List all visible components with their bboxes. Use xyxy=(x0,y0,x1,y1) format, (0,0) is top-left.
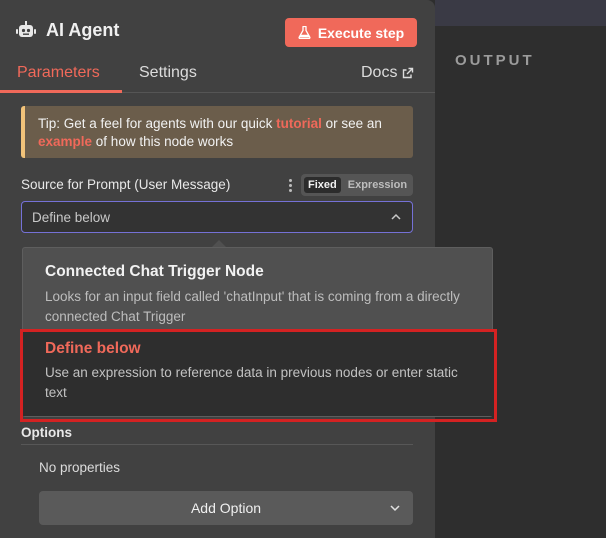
option-description: Use an expression to reference data in p… xyxy=(45,365,458,400)
panel-header: AI Agent Execute step xyxy=(0,0,435,60)
tab-settings[interactable]: Settings xyxy=(139,64,197,82)
options-section-label: Options xyxy=(21,425,72,440)
dropdown-caret xyxy=(212,240,226,247)
prompt-source-dropdown: Connected Chat Trigger Node Looks for an… xyxy=(22,247,494,417)
active-tab-underline xyxy=(0,90,122,93)
fixed-expression-toggle: Fixed Expression xyxy=(301,174,413,196)
no-properties-text: No properties xyxy=(39,460,121,475)
prompt-source-value: Define below xyxy=(32,209,111,225)
expression-mode-option[interactable]: Expression xyxy=(344,177,411,193)
docs-label: Docs xyxy=(361,64,398,81)
tip-middle: or see an xyxy=(321,116,382,131)
panel-tabs: Parameters Settings Docs xyxy=(0,60,435,93)
option-title: Define below xyxy=(45,340,141,357)
tutorial-link[interactable]: tutorial xyxy=(276,116,322,131)
external-link-icon xyxy=(403,67,414,79)
add-option-label: Add Option xyxy=(190,500,262,516)
execute-step-button[interactable]: Execute step xyxy=(285,18,417,47)
node-title: AI Agent xyxy=(46,20,120,40)
robot-icon xyxy=(16,21,36,37)
chevron-up-icon xyxy=(391,213,401,220)
prompt-source-select[interactable]: Define below xyxy=(21,201,413,233)
option-description: Looks for an input field called 'chatInp… xyxy=(45,289,460,324)
options-divider xyxy=(21,444,413,445)
flask-icon xyxy=(298,26,311,39)
chevron-down-icon xyxy=(390,505,400,512)
tip-callout: Tip: Get a feel for agents with our quic… xyxy=(21,106,413,158)
prompt-source-label: Source for Prompt (User Message) xyxy=(21,177,231,192)
add-option-button[interactable]: Add Option xyxy=(39,491,413,525)
dropdown-option-define-below[interactable]: Define below Use an expression to refere… xyxy=(23,331,494,416)
option-title: Connected Chat Trigger Node xyxy=(45,263,264,280)
tab-parameters[interactable]: Parameters xyxy=(17,64,100,82)
kebab-menu-icon[interactable] xyxy=(285,177,295,193)
dropdown-option-connected-chat-trigger[interactable]: Connected Chat Trigger Node Looks for an… xyxy=(23,256,494,330)
tip-prefix: Tip: Get a feel for agents with our quic… xyxy=(38,116,277,131)
execute-step-label: Execute step xyxy=(317,24,405,41)
tip-suffix: of how this node works xyxy=(92,134,234,149)
output-top-strip xyxy=(435,0,606,26)
docs-link[interactable]: Docs xyxy=(361,64,414,82)
output-label: OUTPUT xyxy=(455,52,535,69)
fixed-mode-option[interactable]: Fixed xyxy=(304,177,341,193)
example-link[interactable]: example xyxy=(38,134,92,149)
